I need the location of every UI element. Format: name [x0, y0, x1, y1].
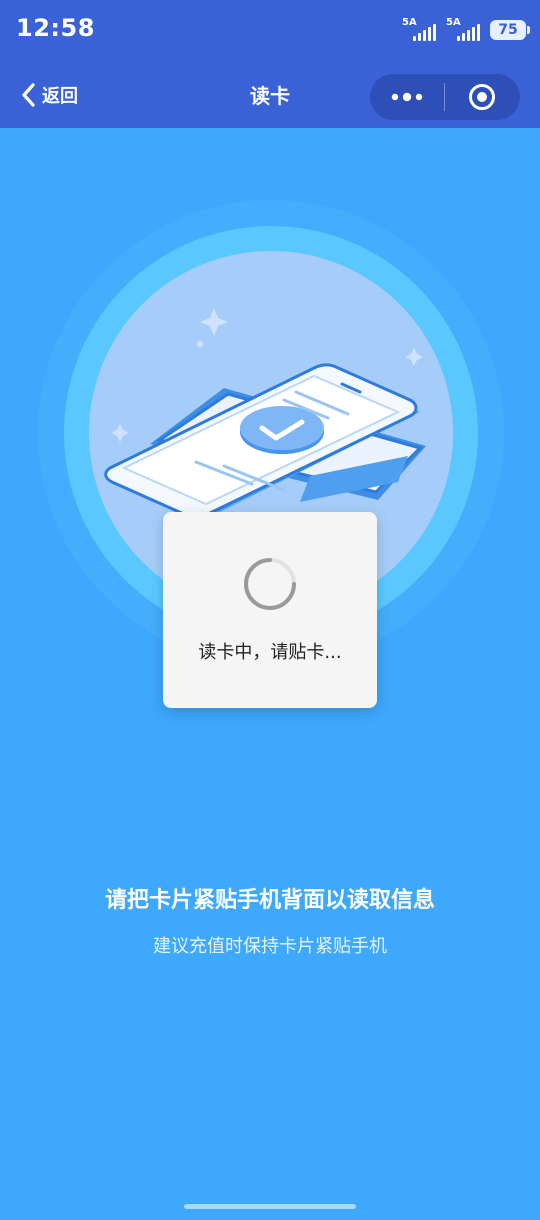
status-time: 12:58 — [16, 14, 95, 42]
home-indicator[interactable] — [184, 1204, 356, 1209]
loading-spinner-icon — [244, 558, 296, 610]
instruction-headline: 请把卡片紧贴手机背面以读取信息 — [104, 888, 435, 913]
nav-bar: 返回 读卡 — [0, 62, 540, 128]
signal-icon: 5A — [402, 17, 436, 43]
mini-program-capsule — [370, 74, 520, 120]
close-mini-program-button[interactable] — [445, 74, 519, 120]
status-icons: 5A 5A 75 — [402, 16, 530, 44]
instruction-subline: 建议充值时保持卡片紧贴手机 — [153, 936, 387, 957]
battery-icon: 75 — [490, 20, 530, 40]
target-circle-icon — [469, 84, 495, 110]
loading-toast: 读卡中，请贴卡... — [163, 512, 377, 708]
status-bar: 12:58 5A 5A 75 — [0, 0, 540, 62]
more-dots-icon — [391, 92, 423, 102]
loading-text: 读卡中，请贴卡... — [198, 642, 342, 663]
more-button[interactable] — [370, 74, 444, 120]
signal-icon: 5A — [446, 17, 480, 43]
